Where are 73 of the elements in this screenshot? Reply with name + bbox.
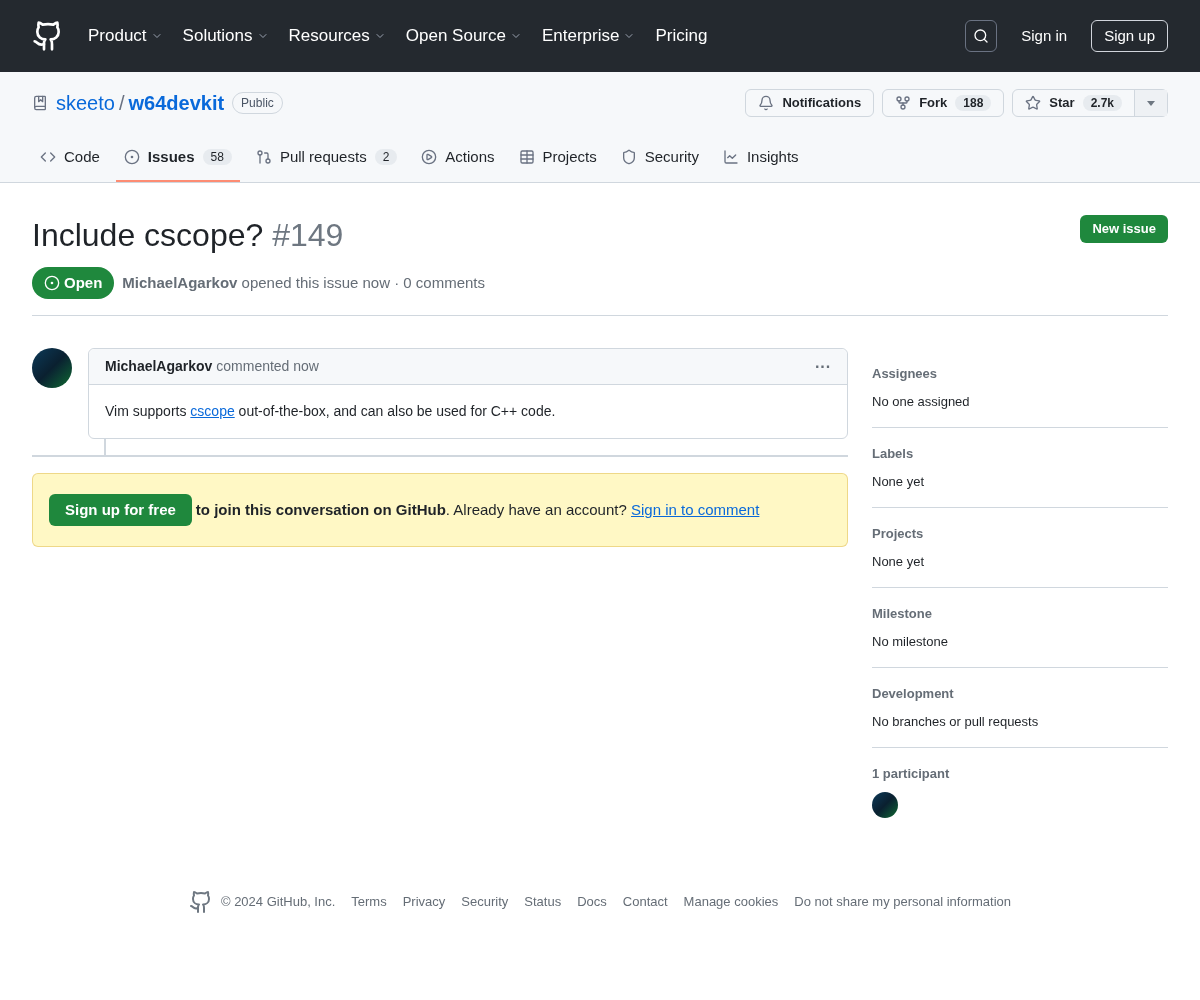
- shield-icon: [620, 149, 637, 165]
- sign-in-to-comment-link[interactable]: Sign in to comment: [631, 500, 760, 518]
- tab-counter: 58: [202, 149, 232, 165]
- nav-link[interactable]: Product: [88, 23, 163, 49]
- sidebar-heading: Assignees: [872, 365, 939, 383]
- new-issue-button[interactable]: New issue: [1080, 215, 1168, 243]
- sidebar-value: No branches or pull requests: [872, 712, 1040, 731]
- sidebar-heading: 1 participant: [872, 765, 951, 783]
- footer-link[interactable]: Terms: [351, 891, 387, 912]
- sidebar-heading: Projects: [872, 525, 925, 543]
- footer-link[interactable]: Contact: [622, 891, 668, 912]
- sidebar-heading: Development: [872, 685, 955, 703]
- nav-link[interactable]: Solutions: [182, 23, 269, 49]
- circle-dot-icon: [44, 275, 60, 291]
- search-button[interactable]: [965, 20, 998, 52]
- repo-icon: [32, 95, 48, 111]
- pull-request-icon: [255, 149, 272, 165]
- repo-owner-link[interactable]: skeeto: [56, 88, 115, 118]
- sidebar-value: None yet: [872, 552, 926, 571]
- footer-link[interactable]: Security: [461, 891, 509, 912]
- comment-body: Vim supports cscope out-of-the-box, and can also be used for C++ code.: [104, 402, 557, 421]
- repo-tab[interactable]: Insights: [714, 134, 807, 182]
- fork-button[interactable]: Fork 188: [882, 89, 1005, 117]
- sidebar-heading: Labels: [872, 445, 915, 463]
- footer-link[interactable]: Docs: [577, 891, 607, 912]
- code-icon: [40, 149, 56, 165]
- notifications-button[interactable]: Notifications: [745, 89, 875, 117]
- nav-link[interactable]: Enterprise: [542, 23, 636, 49]
- repo-tab[interactable]: Pull requests 2: [247, 134, 406, 182]
- search-icon: [973, 28, 990, 44]
- repo-name-link[interactable]: w64devkit: [128, 88, 225, 118]
- fork-count: 188: [955, 95, 992, 111]
- fork-icon: [895, 95, 912, 111]
- circle-dot-icon: [123, 149, 140, 165]
- play-icon: [421, 149, 438, 165]
- bell-icon: [758, 95, 775, 111]
- footer-link[interactable]: Privacy: [402, 891, 446, 912]
- repo-tab[interactable]: Actions: [413, 134, 503, 182]
- nav-link[interactable]: Pricing: [655, 23, 708, 49]
- sidebar-value: No milestone: [872, 632, 949, 651]
- star-dropdown-button[interactable]: [1134, 90, 1167, 116]
- issue-meta: MichaelAgarkov opened this issue now · 0 comments: [122, 272, 486, 293]
- tab-counter: 2: [374, 149, 398, 165]
- sign-up-for-free-button[interactable]: Sign up for free: [49, 494, 192, 526]
- repo-tab[interactable]: Code: [32, 134, 108, 182]
- sidebar-heading: Milestone: [872, 605, 933, 623]
- banner-text: to join this conversation on GitHub. Already have an account? Sign in to comment: [195, 499, 760, 520]
- sign-up-button[interactable]: Sign up: [1091, 20, 1168, 52]
- issue-state-badge: Open: [32, 267, 115, 299]
- avatar: [32, 348, 72, 388]
- nav-link[interactable]: Open Source: [405, 23, 522, 49]
- issue-title: Include cscope? #149: [32, 216, 344, 255]
- comment-menu-button[interactable]: ···: [815, 354, 831, 379]
- nav-link[interactable]: Resources: [288, 23, 386, 49]
- cscope-link[interactable]: cscope: [190, 403, 235, 419]
- star-count: 2.7k: [1082, 95, 1122, 111]
- footer-link[interactable]: Do not share my personal information: [794, 891, 1012, 912]
- repo-tab[interactable]: Projects: [510, 134, 605, 182]
- sidebar-value: No one assigned: [872, 392, 971, 411]
- caret-icon: [1147, 100, 1155, 106]
- sidebar-value: None yet: [872, 472, 926, 491]
- star-icon: [1025, 95, 1042, 111]
- repo-tab[interactable]: Issues 58: [115, 134, 240, 182]
- avatar: [872, 791, 898, 818]
- sign-in-link[interactable]: Sign in: [1013, 24, 1076, 48]
- footer-link[interactable]: Status: [524, 891, 562, 912]
- repo-tab[interactable]: Security: [612, 134, 707, 182]
- graph-icon: [722, 149, 739, 165]
- comment-header: MichaelAgarkov commented now: [105, 357, 319, 376]
- path-separator: /: [118, 91, 125, 116]
- copyright-text: © 2024 GitHub, Inc.: [220, 892, 336, 911]
- footer-link[interactable]: Manage cookies: [683, 891, 779, 912]
- table-icon: [518, 149, 535, 165]
